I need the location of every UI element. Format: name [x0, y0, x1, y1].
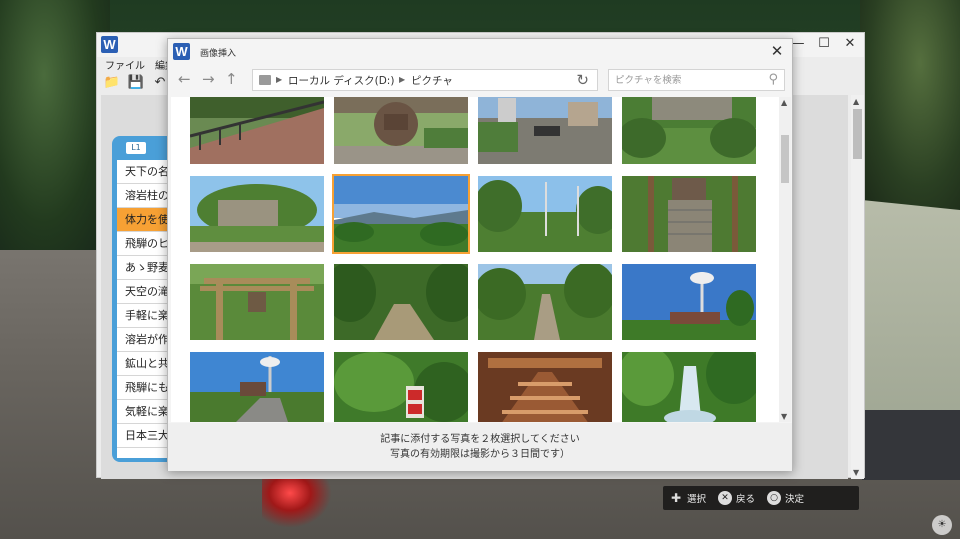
- dialog-scrollbar[interactable]: ▲ ▼: [779, 97, 791, 422]
- refresh-icon[interactable]: ↻: [576, 71, 589, 89]
- up-arrow-icon[interactable]: ↑: [225, 70, 238, 88]
- hint-back: ✕ 戻る: [718, 491, 755, 505]
- open-folder-icon[interactable]: 📁: [103, 75, 121, 91]
- instruction-line-2: 写真の有効期限は撮影から３日間です）: [390, 449, 570, 460]
- photo-thumbnail[interactable]: [334, 264, 468, 340]
- scroll-down-icon[interactable]: ▼: [853, 468, 859, 477]
- photo-thumbnail-selected[interactable]: [332, 174, 470, 254]
- search-icon[interactable]: ⚲: [768, 72, 778, 87]
- scroll-down-icon[interactable]: ▼: [781, 412, 787, 421]
- hint-confirm-label: 決定: [785, 494, 805, 505]
- editor-scrollbar[interactable]: ▲ ▼: [851, 95, 864, 479]
- watermark-logo-icon: ☀: [932, 515, 952, 535]
- image-insert-dialog: W 画像挿入 ✕ ← → ↑ ▶ ローカル ディスク(D:) ▶ ピクチャ ↻ …: [167, 38, 793, 471]
- photo-thumbnail[interactable]: [190, 176, 324, 252]
- dialog-title: 画像挿入: [200, 49, 237, 59]
- hint-select: ✚ 選択: [669, 491, 706, 505]
- photo-thumbnail[interactable]: [478, 264, 612, 340]
- scroll-up-icon[interactable]: ▲: [853, 97, 859, 106]
- background-tent-base: [862, 410, 960, 480]
- instruction-line-1: 記事に添付する写真を２枚選択してください: [380, 434, 580, 445]
- thumbnail-grid: [190, 97, 756, 422]
- word-app-icon: W: [101, 36, 118, 53]
- search-box: ⚲: [608, 69, 785, 91]
- photo-thumbnail[interactable]: [334, 97, 468, 164]
- navigation-bar: ← → ↑ ▶ ローカル ディスク(D:) ▶ ピクチャ ↻ ⚲: [168, 66, 792, 96]
- save-icon[interactable]: 💾: [127, 75, 145, 91]
- photo-thumbnail[interactable]: [478, 97, 612, 164]
- photo-thumbnail[interactable]: [334, 352, 468, 422]
- breadcrumb-pictures[interactable]: ピクチャ: [411, 73, 453, 88]
- dialog-close-button[interactable]: ✕: [768, 42, 786, 60]
- maximize-button[interactable]: ☐: [816, 35, 832, 53]
- window-controls: — ☐ ✕: [790, 35, 858, 53]
- circle-button-icon: ○: [767, 491, 782, 505]
- photo-thumbnail[interactable]: [478, 176, 612, 252]
- breadcrumb-drive[interactable]: ローカル ディスク(D:): [288, 73, 394, 88]
- photo-thumbnail[interactable]: [478, 352, 612, 422]
- photo-thumbnail[interactable]: [190, 264, 324, 340]
- dialog-instructions: 記事に添付する写真を２枚選択してください 写真の有効期限は撮影から３日間です）: [168, 423, 792, 471]
- photo-thumbnail[interactable]: [190, 352, 324, 422]
- photo-thumbnail[interactable]: [622, 97, 756, 164]
- photo-thumbnail[interactable]: [622, 176, 756, 252]
- list-tag: L1: [126, 142, 146, 154]
- background-lantern: [262, 478, 332, 528]
- search-input[interactable]: [615, 73, 755, 88]
- forward-arrow-icon[interactable]: →: [202, 70, 215, 88]
- hint-confirm: ○ 決定: [767, 491, 804, 505]
- photo-thumbnail[interactable]: [622, 352, 756, 422]
- drive-icon: [259, 75, 271, 85]
- scroll-thumb[interactable]: [853, 109, 862, 159]
- chevron-right-icon: ▶: [399, 75, 406, 84]
- background-trees-right: [860, 0, 960, 210]
- address-bar[interactable]: ▶ ローカル ディスク(D:) ▶ ピクチャ ↻: [252, 69, 598, 91]
- dpad-icon: ✚: [670, 491, 682, 505]
- menu-file[interactable]: ファイル: [105, 57, 145, 72]
- hint-select-label: 選択: [687, 494, 707, 505]
- scroll-up-icon[interactable]: ▲: [781, 98, 787, 107]
- photo-thumbnail[interactable]: [622, 264, 756, 340]
- toolbar: 📁 💾 ↶: [103, 75, 169, 91]
- chevron-right-icon: ▶: [276, 75, 283, 84]
- scroll-thumb[interactable]: [781, 135, 789, 183]
- background-trees-left: [0, 0, 110, 250]
- hint-back-label: 戻る: [736, 494, 756, 505]
- close-button[interactable]: ✕: [842, 35, 858, 53]
- dialog-titlebar: W 画像挿入 ✕: [168, 39, 792, 65]
- back-arrow-icon[interactable]: ←: [178, 70, 191, 88]
- cross-button-icon: ✕: [718, 491, 733, 505]
- controller-hints: ✚ 選択 ✕ 戻る ○ 決定: [663, 486, 859, 510]
- thumbnail-area: [171, 97, 781, 422]
- photo-thumbnail[interactable]: [190, 97, 324, 164]
- menubar: ファイル 編集: [105, 57, 175, 72]
- word-app-icon: W: [173, 43, 190, 60]
